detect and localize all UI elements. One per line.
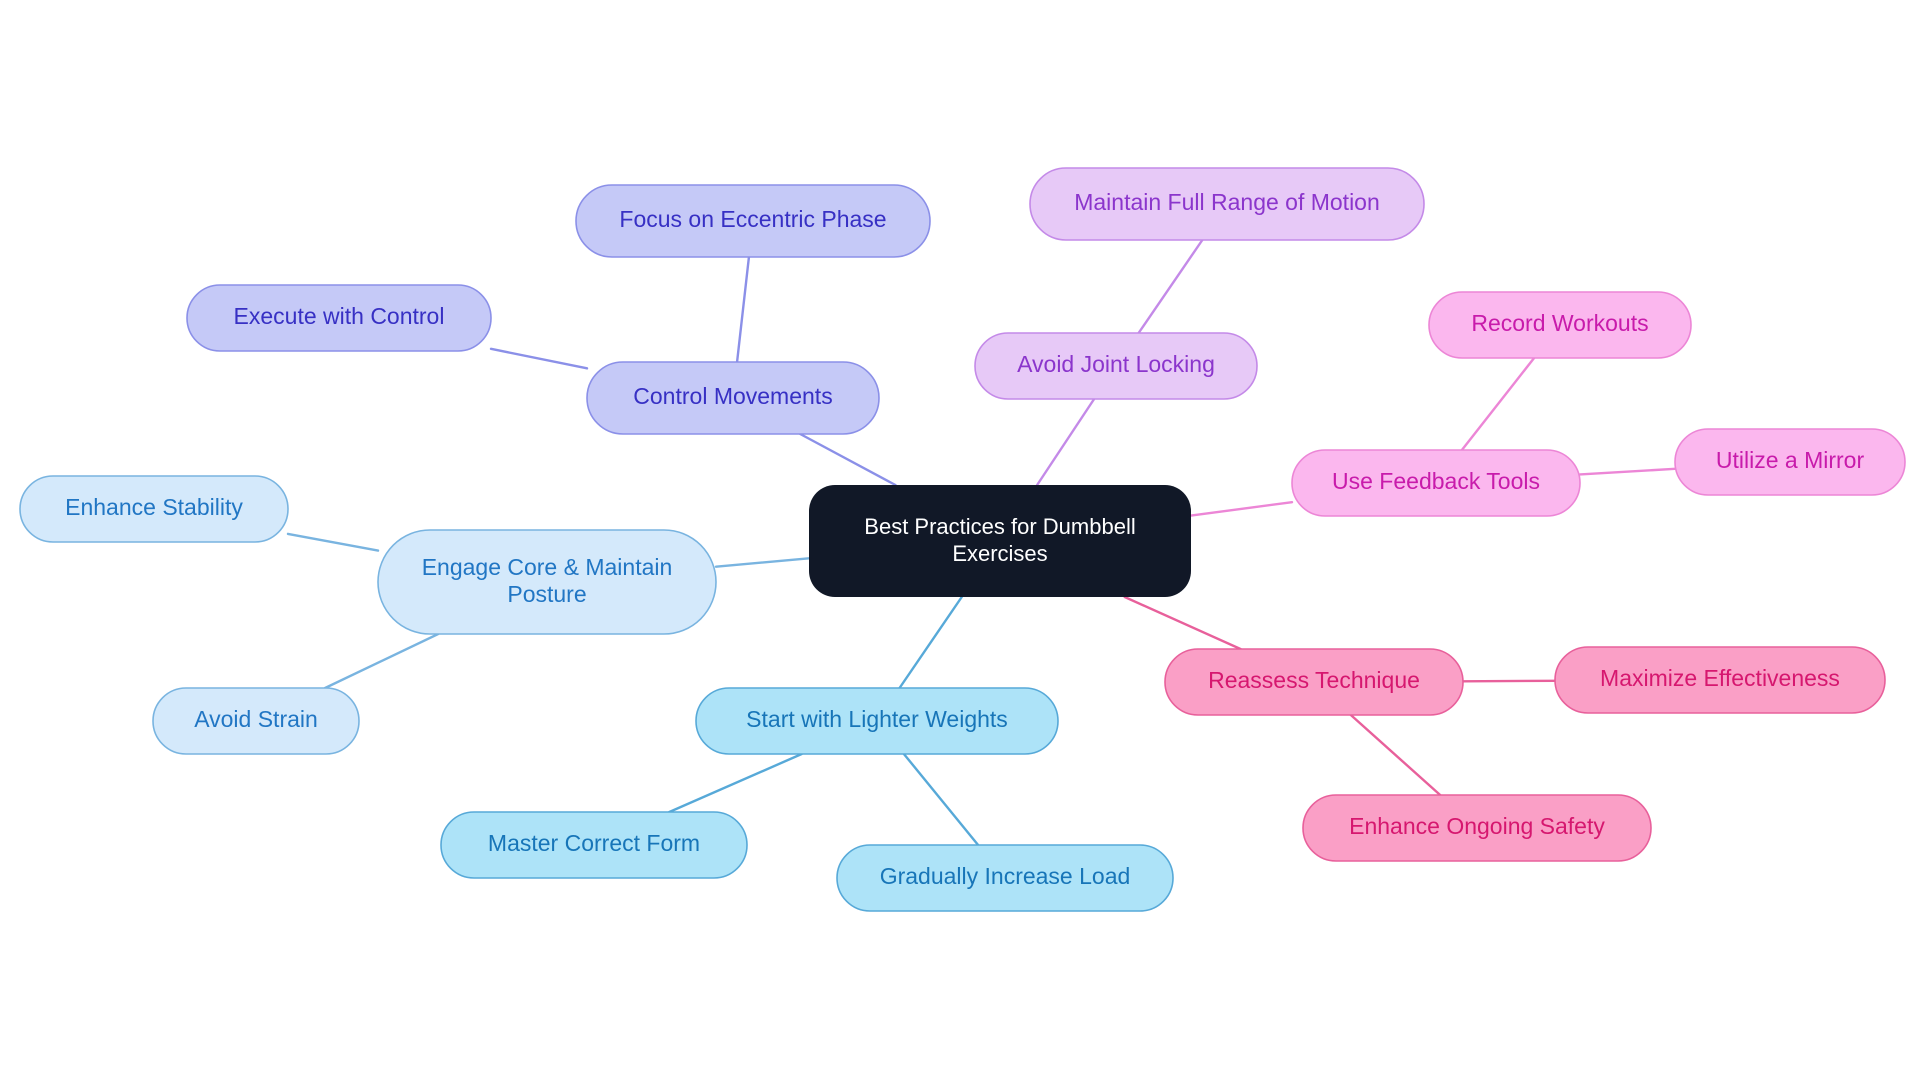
node-label: Reassess Technique bbox=[1208, 667, 1420, 693]
mindmap-edge bbox=[902, 752, 980, 847]
mindmap-node-record-workouts[interactable]: Record Workouts bbox=[1428, 291, 1692, 359]
node-label: Execute with Control bbox=[234, 303, 445, 329]
node-label: Start with Lighter Weights bbox=[746, 706, 1008, 732]
mindmap-edge bbox=[1137, 238, 1204, 335]
mindmap-node-focus-on-eccentric-phase[interactable]: Focus on Eccentric Phase bbox=[575, 184, 931, 258]
mindmap-node-gradually-increase-load[interactable]: Gradually Increase Load bbox=[836, 844, 1174, 912]
mindmap-node-reassess-technique[interactable]: Reassess Technique bbox=[1164, 648, 1464, 716]
mindmap-edge bbox=[286, 532, 380, 552]
mindmap-edge bbox=[1349, 713, 1442, 797]
mindmap-node-enhance-stability[interactable]: Enhance Stability bbox=[19, 475, 289, 543]
mindmap-node-avoid-strain[interactable]: Avoid Strain bbox=[152, 687, 360, 755]
node-label: Maximize Effectiveness bbox=[1600, 665, 1840, 691]
node-label: Avoid Joint Locking bbox=[1017, 351, 1215, 377]
mindmap-node-master-correct-form[interactable]: Master Correct Form bbox=[440, 811, 748, 879]
mindmap-node-root[interactable]: Best Practices for Dumbbell Exercises bbox=[809, 485, 1191, 597]
mindmap-edge bbox=[1460, 356, 1536, 452]
node-label: Maintain Full Range of Motion bbox=[1074, 189, 1380, 215]
mindmap-svg: Best Practices for Dumbbell Exercises Cont… bbox=[19, 167, 1906, 912]
mindmap-node-enhance-ongoing-safety[interactable]: Enhance Ongoing Safety bbox=[1302, 794, 1652, 862]
mindmap-edge bbox=[323, 632, 440, 690]
nodes-layer: Best Practices for Dumbbell Exercises Cont… bbox=[19, 167, 1906, 912]
mindmap-edge bbox=[1035, 397, 1096, 487]
mindmap-node-utilize-a-mirror[interactable]: Utilize a Mirror bbox=[1674, 428, 1906, 496]
mindmap-node-execute-with-control[interactable]: Execute with Control bbox=[186, 284, 492, 352]
mindmap-edge bbox=[799, 432, 897, 487]
mindmap-node-maximize-effectiveness[interactable]: Maximize Effectiveness bbox=[1554, 646, 1886, 714]
mindmap-node-avoid-joint-locking[interactable]: Avoid Joint Locking bbox=[974, 332, 1258, 400]
mindmap-edge bbox=[1578, 467, 1677, 476]
mindmap-edge bbox=[489, 347, 589, 370]
mindmap-edge bbox=[898, 595, 963, 690]
mindmap-edge bbox=[668, 752, 803, 814]
node-label: Avoid Strain bbox=[194, 706, 318, 732]
mindmap-node-engage-core-maintain-posture[interactable]: Engage Core & Maintain Posture bbox=[377, 529, 717, 635]
node-label: Enhance Ongoing Safety bbox=[1349, 813, 1605, 839]
mindmap-edge bbox=[714, 557, 811, 568]
node-label: Control Movements bbox=[633, 383, 832, 409]
node-label: Record Workouts bbox=[1471, 310, 1648, 336]
node-label: Gradually Increase Load bbox=[880, 863, 1131, 889]
node-label: Utilize a Mirror bbox=[1716, 447, 1865, 473]
mindmap-edge bbox=[1123, 595, 1242, 651]
mindmap-canvas: Best Practices for Dumbbell Exercises Cont… bbox=[0, 0, 1920, 1083]
mindmap-node-control-movements[interactable]: Control Movements bbox=[586, 361, 880, 435]
mindmap-node-use-feedback-tools[interactable]: Use Feedback Tools bbox=[1291, 449, 1581, 517]
node-label: Master Correct Form bbox=[488, 830, 700, 856]
mindmap-edge bbox=[1189, 500, 1294, 517]
node-label: Focus on Eccentric Phase bbox=[619, 206, 886, 232]
mindmap-node-start-with-lighter-weights[interactable]: Start with Lighter Weights bbox=[695, 687, 1059, 755]
mindmap-edge bbox=[735, 255, 751, 364]
node-label: Use Feedback Tools bbox=[1332, 468, 1540, 494]
mindmap-node-maintain-full-range-of-motion[interactable]: Maintain Full Range of Motion bbox=[1029, 167, 1425, 241]
node-label: Enhance Stability bbox=[65, 494, 243, 520]
